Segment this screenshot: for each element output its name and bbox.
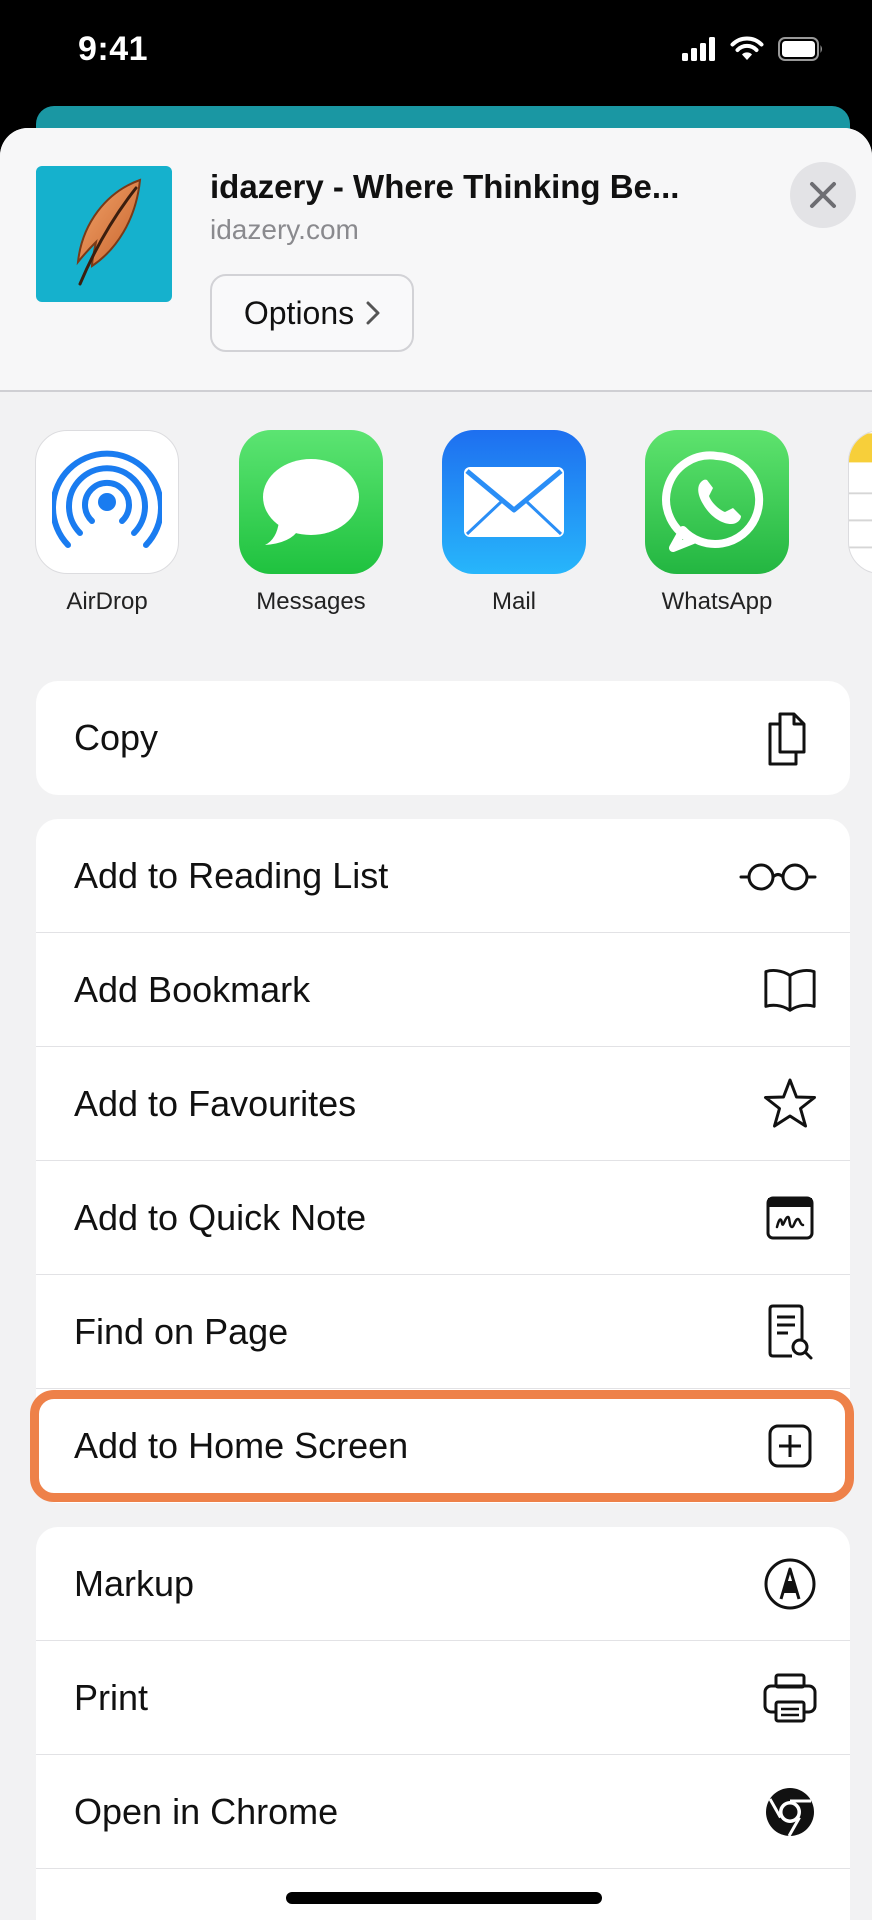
action-copy[interactable]: Copy bbox=[36, 681, 850, 795]
app-label: Mail bbox=[491, 588, 536, 615]
site-thumbnail bbox=[36, 166, 172, 302]
whatsapp-icon bbox=[645, 430, 789, 574]
more-actions-group: Markup Print Open in Chrome bbox=[36, 1527, 850, 1920]
close-icon bbox=[810, 182, 836, 208]
page-title: idazery - Where Thinking Be... bbox=[210, 168, 680, 205]
cellular-signal-icon bbox=[682, 37, 715, 61]
app-label: WhatsApp bbox=[661, 588, 773, 615]
share-sheet-header: idazery - Where Thinking Be... idazery.c… bbox=[0, 128, 872, 392]
action-label: Copy bbox=[74, 717, 159, 758]
action-label: Add to Quick Note bbox=[74, 1196, 367, 1238]
status-icons bbox=[682, 36, 824, 62]
options-button-label: Options bbox=[243, 294, 355, 331]
printer-icon bbox=[762, 1670, 818, 1726]
app-whatsapp[interactable]: WhatsApp bbox=[644, 430, 790, 616]
battery-icon bbox=[778, 37, 822, 61]
action-add-to-reading-list[interactable]: Add to Reading List bbox=[36, 819, 850, 933]
book-icon bbox=[762, 962, 818, 1018]
app-label: AirDrop bbox=[66, 588, 148, 615]
action-find-on-page[interactable]: Find on Page bbox=[36, 1275, 850, 1389]
status-bar: 9:41 bbox=[0, 0, 872, 120]
notes-icon bbox=[848, 430, 872, 574]
feather-logo-icon bbox=[76, 178, 142, 286]
find-on-page-icon bbox=[762, 1304, 818, 1360]
action-label: Find on Page bbox=[74, 1310, 289, 1352]
action-label: Open in Chrome bbox=[74, 1790, 339, 1832]
add-square-icon bbox=[762, 1418, 818, 1474]
close-button[interactable] bbox=[790, 162, 856, 228]
app-messages[interactable]: Messages bbox=[238, 430, 384, 616]
status-time: 9:41 bbox=[78, 30, 149, 68]
app-airdrop[interactable]: AirDrop bbox=[34, 430, 180, 616]
share-apps-row: AirDrop Messages Mail WhatsApp bbox=[0, 430, 872, 620]
home-indicator bbox=[286, 1892, 602, 1904]
quick-note-icon bbox=[762, 1190, 818, 1246]
action-label: Add to Home Screen bbox=[74, 1425, 409, 1466]
chrome-icon bbox=[762, 1784, 818, 1840]
markup-icon bbox=[762, 1556, 818, 1612]
messages-icon bbox=[239, 430, 383, 574]
action-add-to-favourites[interactable]: Add to Favourites bbox=[36, 1047, 850, 1161]
wifi-icon bbox=[730, 36, 764, 60]
mail-icon bbox=[442, 430, 586, 574]
action-open-in-chrome[interactable]: Open in Chrome bbox=[36, 1755, 850, 1869]
action-label: Add Bookmark bbox=[74, 968, 311, 1010]
action-label: Add to Reading List bbox=[74, 854, 389, 896]
action-add-to-home-screen[interactable]: Add to Home Screen bbox=[36, 1389, 850, 1503]
action-markup[interactable]: Markup bbox=[36, 1527, 850, 1641]
app-label: Messages bbox=[256, 588, 366, 615]
chevron-right-icon bbox=[366, 301, 380, 325]
actions-group: Add to Reading List Add Bookmark Add to … bbox=[36, 819, 850, 1503]
action-add-to-quick-note[interactable]: Add to Quick Note bbox=[36, 1161, 850, 1275]
copy-group: Copy bbox=[36, 681, 850, 795]
action-label: Add to Favourites bbox=[74, 1082, 357, 1124]
share-sheet: idazery - Where Thinking Be... idazery.c… bbox=[0, 128, 872, 1920]
app-notes-partial[interactable] bbox=[848, 430, 872, 574]
action-add-bookmark[interactable]: Add Bookmark bbox=[36, 933, 850, 1047]
options-button[interactable]: Options bbox=[210, 274, 414, 352]
glasses-icon bbox=[738, 848, 818, 904]
star-icon bbox=[762, 1076, 818, 1132]
airdrop-icon bbox=[35, 430, 179, 574]
app-mail[interactable]: Mail bbox=[441, 430, 587, 616]
action-label: Markup bbox=[74, 1562, 195, 1604]
page-url: idazery.com bbox=[210, 214, 359, 245]
action-print[interactable]: Print bbox=[36, 1641, 850, 1755]
action-label: Print bbox=[74, 1676, 149, 1718]
copy-icon bbox=[762, 710, 818, 766]
